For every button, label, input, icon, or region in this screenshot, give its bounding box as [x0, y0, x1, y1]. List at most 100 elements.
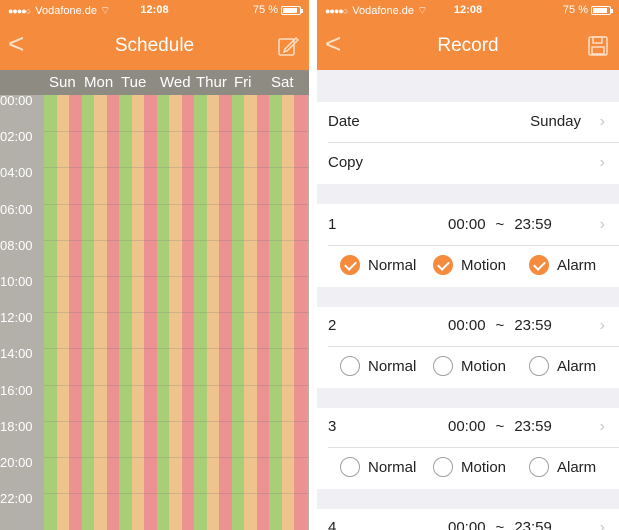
record-screen: ●●●●○ Vodafone.de ⌔ 12:08 75 % < Record … — [317, 0, 619, 530]
grid-line — [44, 384, 309, 386]
battery-icon — [591, 5, 613, 15]
edit-icon[interactable] — [277, 35, 300, 57]
day-fri: Fri — [234, 74, 252, 91]
alarm-checkbox[interactable] — [529, 457, 549, 477]
normal-checkbox[interactable] — [340, 457, 360, 477]
slot-row[interactable]: 3 00:00 ~23:59 › — [317, 407, 619, 447]
grid-line — [44, 167, 309, 169]
battery-label: 75 % — [562, 4, 588, 16]
day-wed: Wed — [160, 74, 191, 91]
alarm-checkbox[interactable] — [529, 255, 549, 275]
save-icon-graphic — [588, 36, 608, 56]
grid-line — [44, 457, 309, 458]
slot-row[interactable]: 1 00:00 ~23:59 › — [317, 205, 619, 245]
slot-index: 4 — [328, 519, 337, 530]
grid-line — [44, 348, 309, 350]
time-label: 14:00 — [0, 346, 33, 362]
normal-label: Normal — [368, 357, 417, 375]
motion-label: Motion — [461, 458, 507, 476]
motion-label: Motion — [461, 256, 507, 274]
chevron-right-icon: › — [599, 154, 605, 171]
day-thur: Thur — [196, 74, 227, 91]
edit-icon-graphic — [278, 36, 300, 56]
tilde: ~ — [495, 418, 505, 435]
time-label: 04:00 — [0, 165, 33, 181]
normal-label: Normal — [368, 458, 417, 476]
section-separator — [317, 388, 619, 408]
alarm-label: Alarm — [557, 458, 597, 476]
chevron-right-icon: › — [599, 519, 605, 530]
motion-label: Motion — [461, 357, 507, 375]
day-tue: Tue — [121, 74, 147, 91]
grid-line — [44, 420, 309, 422]
grid-line — [44, 239, 309, 241]
alarm-checkbox[interactable] — [529, 356, 549, 376]
day-mon: Mon — [84, 74, 114, 91]
battery-icon — [281, 5, 303, 15]
chevron-right-icon: › — [599, 216, 605, 233]
time-label: 08:00 — [0, 237, 33, 253]
grid-line — [44, 493, 309, 495]
chevron-right-icon: › — [599, 317, 605, 334]
slot-end: 23:59 — [514, 317, 552, 334]
normal-option[interactable]: Normal — [340, 356, 416, 376]
time-label: 00:00 — [0, 93, 33, 108]
normal-checkbox[interactable] — [340, 255, 360, 275]
normal-checkbox[interactable] — [340, 356, 360, 376]
nav-bar: < Schedule — [0, 22, 309, 70]
copy-label: Copy — [328, 154, 364, 171]
slot-options: Normal Motion Alarm — [317, 447, 619, 489]
chevron-right-icon: › — [599, 418, 605, 435]
chevron-right-icon: › — [599, 113, 605, 130]
motion-option[interactable]: Motion — [433, 255, 506, 275]
slot-start: 00:00 — [448, 216, 486, 233]
slot-row[interactable]: 4 00:00 ~23:59 › — [317, 508, 619, 530]
grid-line — [44, 131, 309, 133]
page-title: Schedule — [114, 35, 195, 56]
time-label: 16:00 — [0, 382, 33, 398]
motion-checkbox[interactable] — [433, 255, 453, 275]
time-label: 18:00 — [0, 418, 33, 434]
battery-label: 75 % — [252, 4, 278, 16]
grid-line — [44, 276, 309, 277]
date-row[interactable]: Date Sunday › — [317, 102, 619, 142]
schedule-grid[interactable]: 00:00 02:00 04:00 06:00 08:00 10:00 12:00 14:00… — [0, 93, 309, 530]
normal-option[interactable]: Normal — [340, 255, 416, 275]
section-separator — [317, 70, 619, 102]
status-bar: ●●●●○ Vodafone.de ⌔ 12:08 75 % — [317, 0, 619, 22]
grid-line — [44, 203, 309, 205]
section-separator — [317, 184, 619, 204]
slot-index: 2 — [328, 317, 337, 334]
motion-option[interactable]: Motion — [433, 356, 506, 376]
alarm-option[interactable]: Alarm — [529, 457, 596, 477]
day-sun: Sun — [49, 74, 76, 91]
date-value: Sunday — [530, 113, 581, 130]
slot-start: 00:00 — [448, 519, 486, 530]
tilde: ~ — [495, 216, 505, 233]
slot-options: Normal Motion Alarm — [317, 245, 619, 287]
save-icon[interactable] — [587, 35, 609, 57]
slot-index: 3 — [328, 418, 337, 435]
alarm-option[interactable]: Alarm — [529, 255, 596, 275]
slot-start: 00:00 — [448, 317, 486, 334]
time-label: 12:00 — [0, 310, 33, 326]
grid-line — [44, 312, 309, 314]
slot-end: 23:59 — [514, 519, 552, 530]
section-separator — [317, 489, 619, 509]
tilde: ~ — [495, 317, 505, 334]
normal-label: Normal — [368, 256, 417, 274]
weekday-header: Sun Mon Tue Wed Thur Fri Sat — [0, 70, 309, 95]
motion-checkbox[interactable] — [433, 457, 453, 477]
copy-row[interactable]: Copy › — [317, 143, 619, 183]
time-label: 20:00 — [0, 455, 33, 470]
slot-index: 1 — [328, 216, 337, 233]
slot-row[interactable]: 2 00:00 ~23:59 › — [317, 306, 619, 346]
time-label: 10:00 — [0, 274, 33, 289]
motion-checkbox[interactable] — [433, 356, 453, 376]
normal-option[interactable]: Normal — [340, 457, 416, 477]
alarm-option[interactable]: Alarm — [529, 356, 596, 376]
motion-option[interactable]: Motion — [433, 457, 506, 477]
alarm-label: Alarm — [557, 357, 597, 375]
nav-bar: < Record — [317, 22, 619, 70]
day-sat: Sat — [271, 74, 294, 91]
